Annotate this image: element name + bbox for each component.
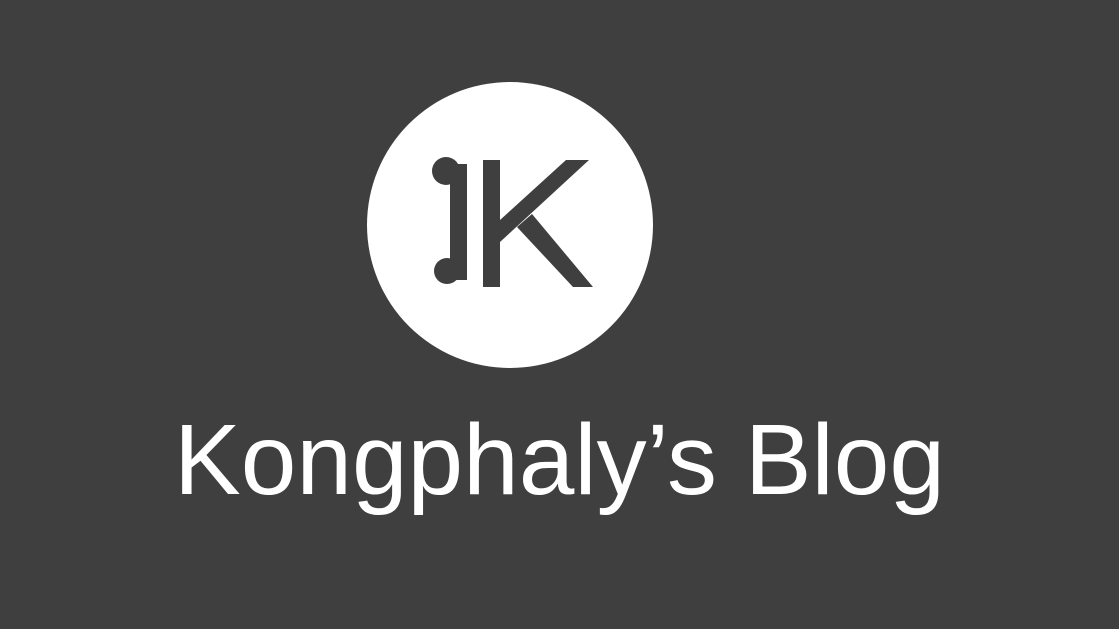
logo-badge — [367, 82, 653, 368]
logo-k-stem — [483, 160, 500, 287]
banner: Kongphaly’s Blog — [0, 0, 1119, 629]
jk-monogram-icon — [432, 157, 593, 287]
logo-k-lower-leg — [517, 214, 593, 287]
blog-title: Kongphaly’s Blog — [174, 404, 945, 516]
logo-j-hook — [445, 262, 465, 280]
